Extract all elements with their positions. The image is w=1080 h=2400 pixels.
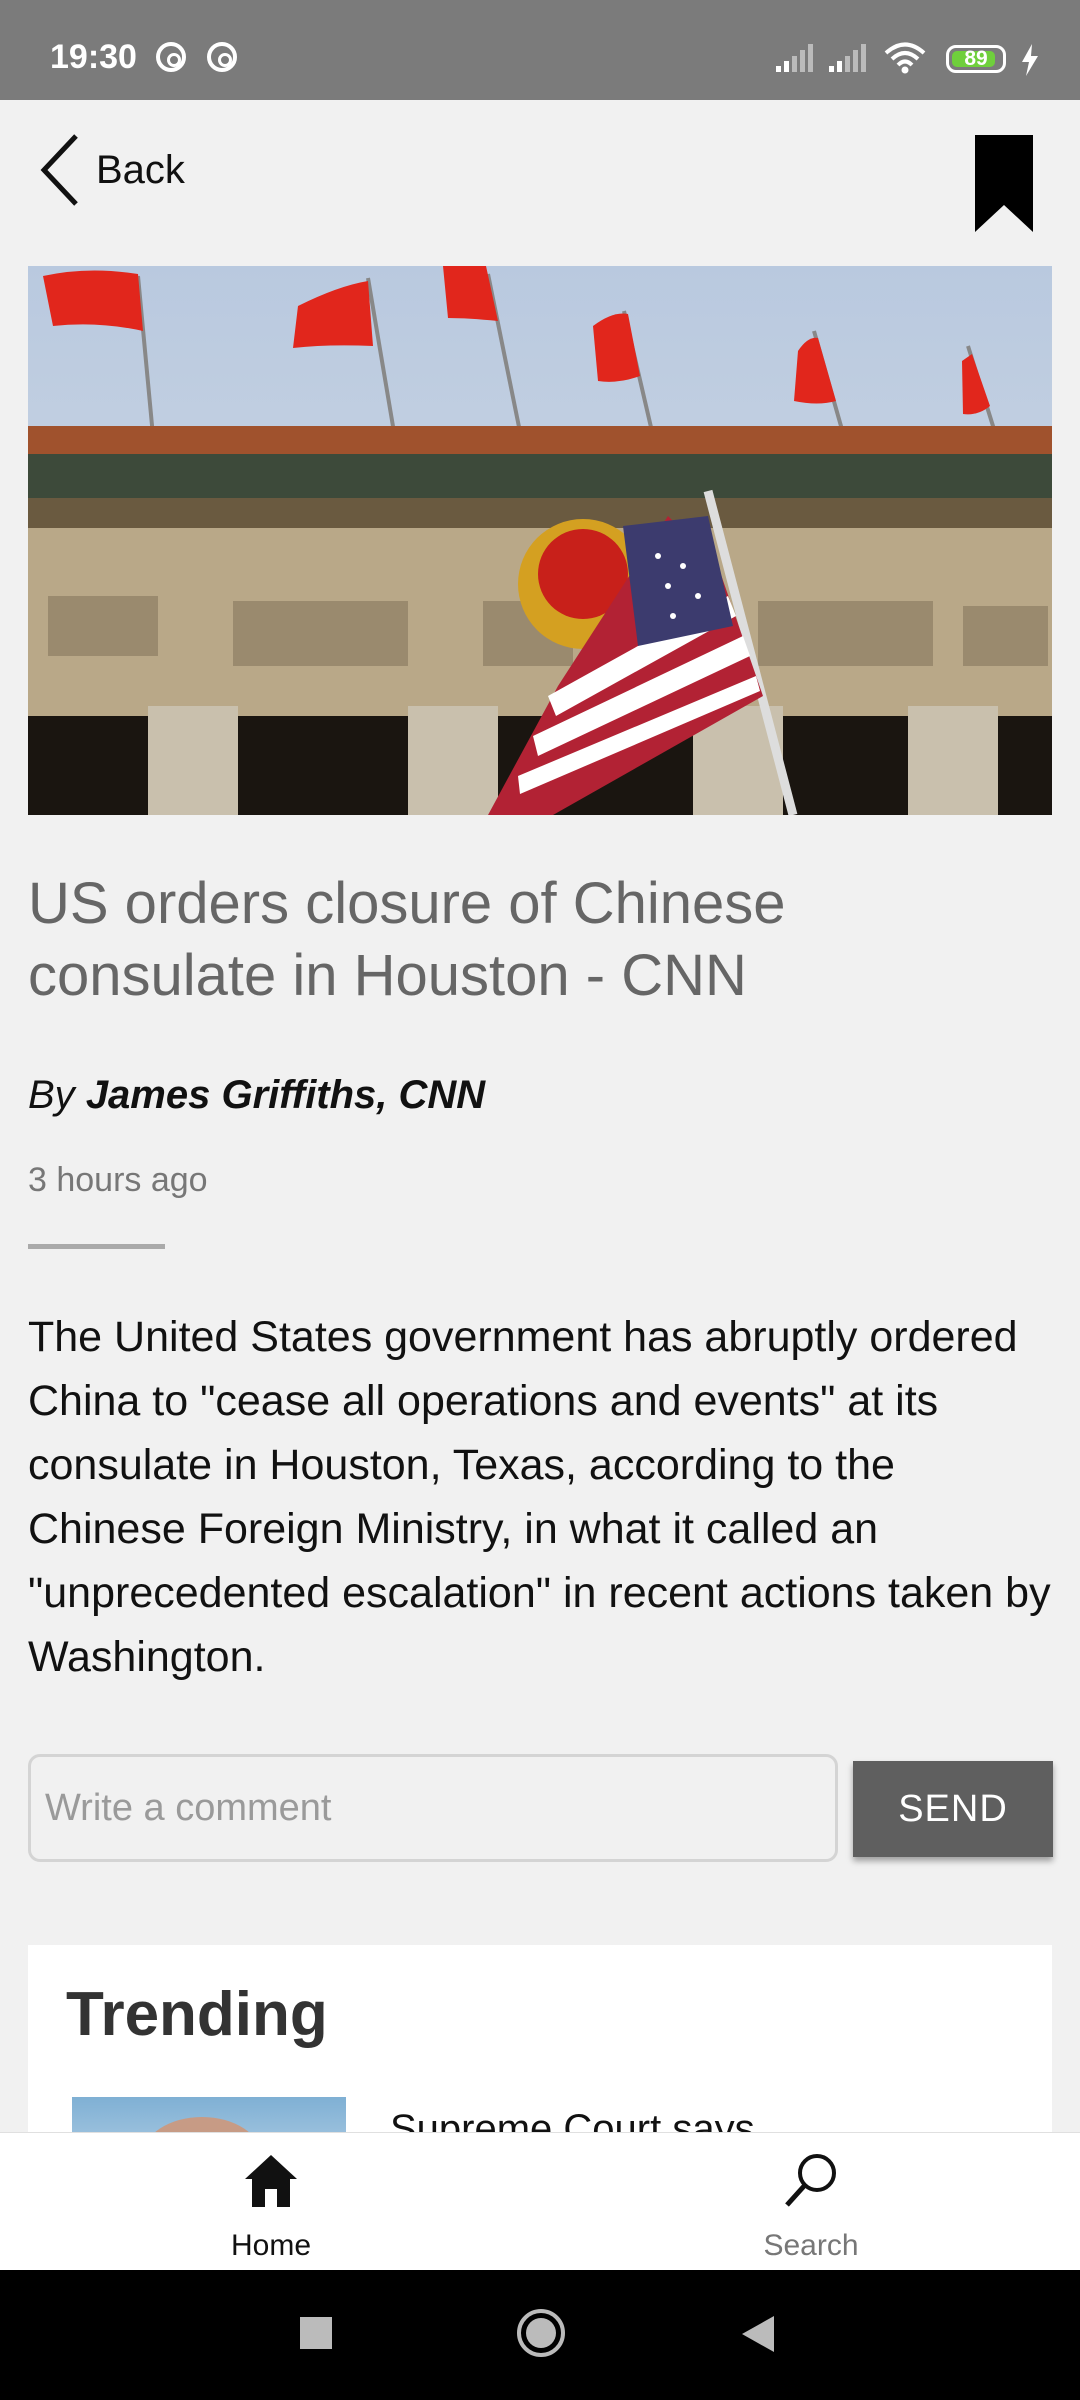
nav-home[interactable]: Home [121,2133,421,2271]
chevron-left-icon [40,134,78,206]
signal-icon [776,44,813,72]
at-sign-icon [156,42,186,72]
recents-square-icon[interactable] [298,2315,334,2351]
battery-icon: 89 [946,45,1006,73]
at-sign-icon [207,42,237,72]
home-circle-icon[interactable] [515,2307,567,2359]
search-icon [785,2154,836,2207]
byline-prefix: By [28,1073,75,1117]
nav-home-label: Home [230,2229,312,2262]
comment-input[interactable] [28,1754,838,1862]
send-button[interactable]: SEND [853,1761,1053,1857]
back-button[interactable]: Back [40,130,185,210]
article-headline: US orders closure of Chinese consulate i… [28,871,786,1008]
battery-level-text: 89 [964,47,988,70]
screen: 19:30 89 Back US orders closure of Chine… [0,0,1080,2400]
article-image [28,266,1052,815]
trending-card: Trending Supreme Court says [28,1945,1052,2197]
bottom-nav: Home Search [0,2132,1080,2271]
bookmark-icon[interactable] [975,135,1033,232]
article-byline: By James Griffiths, CNN [28,1073,485,1118]
trending-title: Trending [66,1980,328,2049]
status-time: 19:30 [50,38,137,76]
divider [28,1244,165,1249]
wifi-icon [884,42,926,74]
signal-icon [829,44,866,72]
system-nav-bar [0,2270,1080,2400]
status-bar: 19:30 89 [0,0,1080,100]
nav-search-label: Search [763,2229,859,2262]
back-label: Back [96,147,185,192]
charging-icon [1022,44,1038,76]
top-bar: Back [0,100,1080,260]
back-triangle-icon[interactable] [740,2314,776,2354]
byline-author: James Griffiths, CNN [85,1073,486,1117]
article-body: The United States government has abruptl… [28,1313,1051,1681]
home-icon [245,2155,297,2207]
nav-search[interactable]: Search [661,2133,961,2271]
article-timestamp: 3 hours ago [28,1161,208,1199]
